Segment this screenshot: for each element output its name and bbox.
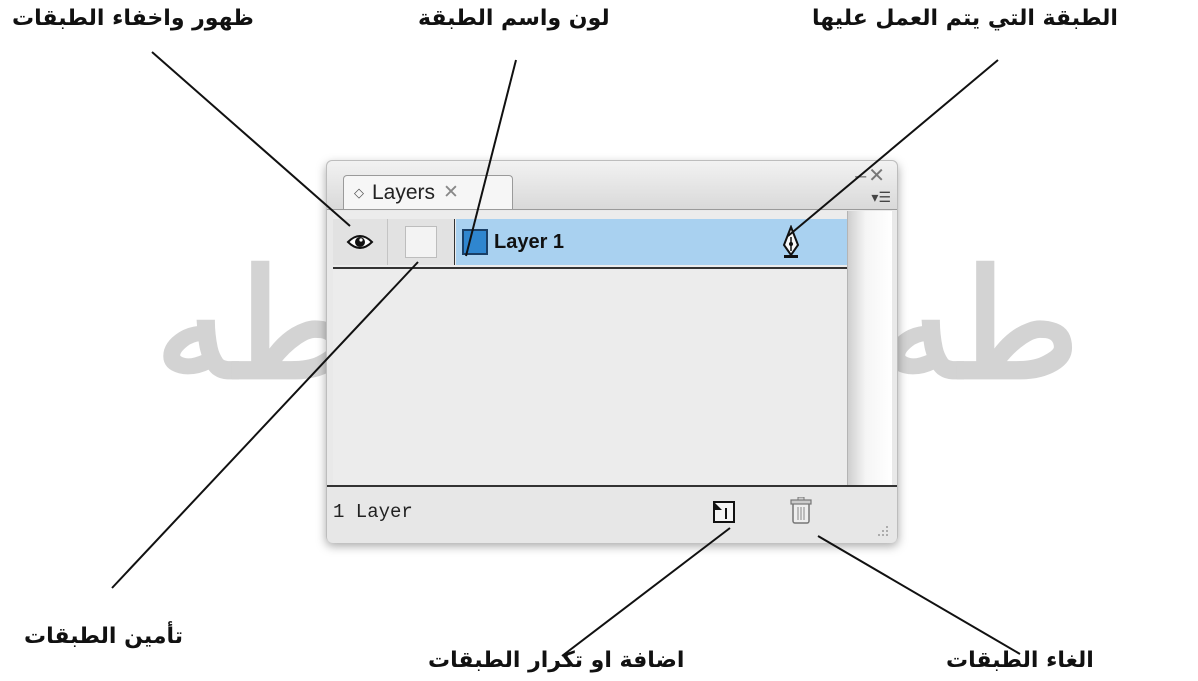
callout-lines [111,51,1021,657]
